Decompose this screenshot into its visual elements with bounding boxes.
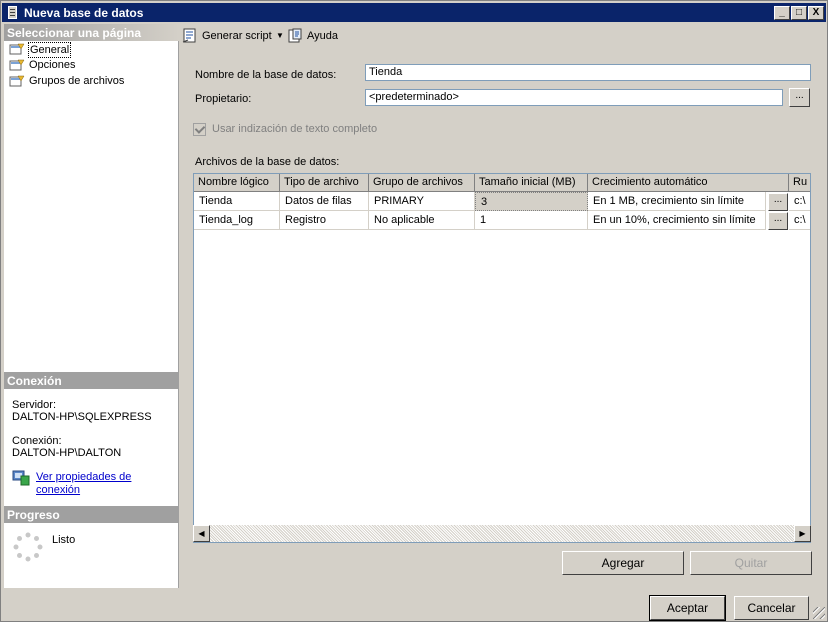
col-header-autogrowth[interactable]: Crecimiento automático [588, 174, 789, 192]
fulltext-label: Usar indización de texto completo [212, 123, 378, 135]
close-button[interactable]: X [808, 6, 824, 20]
owner-label: Propietario: [195, 93, 252, 105]
view-connection-properties-link[interactable]: Ver propiedades de [36, 471, 131, 483]
table-cell[interactable]: c:\ [789, 211, 810, 230]
select-page-header: Seleccionar una página [4, 24, 179, 41]
table-cell[interactable]: 3 [475, 192, 588, 211]
maximize-button[interactable]: □ [791, 6, 807, 20]
col-header-initial-size[interactable]: Tamaño inicial (MB) [475, 174, 588, 192]
connection-properties-icon [12, 470, 30, 486]
server-label: Servidor: [12, 399, 57, 411]
ok-button[interactable]: Aceptar [649, 595, 726, 621]
view-connection-properties-link-cont[interactable]: conexión [36, 484, 80, 496]
fulltext-checkbox[interactable] [193, 123, 206, 136]
progress-status: Listo [52, 534, 76, 546]
table-cell[interactable]: Datos de filas [280, 192, 369, 211]
script-icon [182, 28, 196, 43]
add-button[interactable]: Agregar [562, 551, 684, 575]
table-cell[interactable]: PRIMARY [369, 192, 475, 211]
toolbar: Generar script ▼ Ayuda [180, 24, 827, 48]
table-cell[interactable]: Registro [280, 211, 369, 230]
connection-value: DALTON-HP\DALTON [12, 447, 122, 459]
help-icon [288, 28, 302, 43]
horizontal-scrollbar[interactable]: ◀ ▶ [193, 525, 811, 542]
server-value: DALTON-HP\SQLEXPRESS [12, 411, 152, 423]
col-header-logical-name[interactable]: Nombre lógico [194, 174, 280, 192]
resize-grip-icon[interactable] [813, 607, 825, 619]
connection-header: Conexión [4, 372, 179, 389]
database-icon [8, 6, 17, 19]
left-panel: Seleccionar una página General Opciones [4, 24, 179, 588]
remove-button[interactable]: Quitar [690, 551, 812, 575]
cancel-button[interactable]: Cancelar [734, 596, 809, 620]
col-header-filegroup[interactable]: Grupo de archivos [369, 174, 475, 192]
nav-page-label: Grupos de archivos [29, 75, 125, 87]
dialog-window: Nueva base de datos _ □ X Seleccionar un… [0, 0, 828, 622]
progress-spinner-icon [13, 532, 43, 562]
help-label: Ayuda [307, 30, 338, 42]
window-title: Nueva base de datos [24, 6, 144, 20]
owner-input[interactable]: <predeterminado> [365, 89, 783, 106]
autogrowth-edit-button[interactable]: ... [768, 193, 788, 211]
scroll-left-arrow-icon[interactable]: ◀ [193, 525, 210, 542]
table-cell[interactable]: 1 [475, 211, 588, 230]
table-cell[interactable]: En un 10%, crecimiento sin límite [588, 211, 766, 230]
minimize-button[interactable]: _ [774, 6, 790, 20]
page-icon [9, 75, 25, 87]
table-cell[interactable]: Tienda_log [194, 211, 280, 230]
main-panel: Generar script ▼ Ayuda Nombre de la base… [180, 24, 827, 588]
scroll-right-arrow-icon[interactable]: ▶ [794, 525, 811, 542]
page-icon [9, 59, 25, 71]
nav-page-label: General [28, 42, 72, 58]
connection-label: Conexión: [12, 435, 62, 447]
col-header-path[interactable]: Ru [789, 174, 810, 192]
files-grid[interactable]: Nombre lógico Tipo de archivo Grupo de a… [193, 173, 811, 543]
page-icon [9, 43, 25, 55]
generate-script-label: Generar script [202, 30, 272, 42]
progress-header: Progreso [4, 506, 179, 523]
table-cell[interactable]: Tienda [194, 192, 280, 211]
files-label: Archivos de la base de datos: [195, 156, 340, 168]
db-name-label: Nombre de la base de datos: [195, 69, 337, 81]
table-cell[interactable]: En 1 MB, crecimiento sin límite [588, 192, 766, 211]
table-cell[interactable]: c:\ [789, 192, 810, 211]
autogrowth-edit-button[interactable]: ... [768, 212, 788, 230]
db-name-input[interactable]: Tienda [365, 64, 811, 81]
col-header-file-type[interactable]: Tipo de archivo [280, 174, 369, 192]
nav-page-label: Opciones [29, 59, 76, 71]
owner-browse-button[interactable]: ... [789, 88, 810, 107]
dropdown-arrow-icon[interactable]: ▼ [276, 27, 284, 45]
title-bar[interactable]: Nueva base de datos _ □ X [2, 3, 826, 22]
table-cell[interactable]: No aplicable [369, 211, 475, 230]
